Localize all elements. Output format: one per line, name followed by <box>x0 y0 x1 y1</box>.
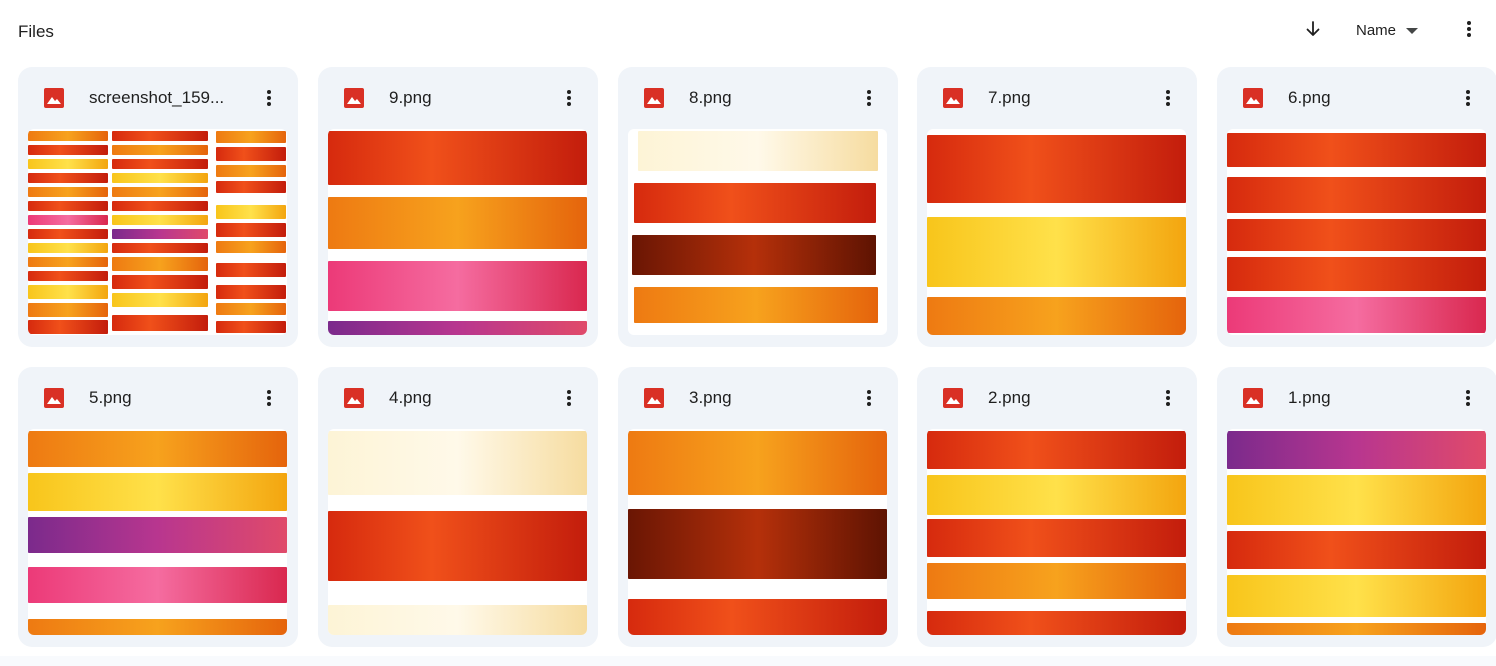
file-more-button[interactable] <box>1456 83 1480 113</box>
file-card[interactable]: 4.png <box>318 367 598 647</box>
arrow-down-icon <box>1306 21 1320 36</box>
file-card[interactable]: 7.png <box>917 67 1197 347</box>
file-name: 6.png <box>1288 88 1331 107</box>
file-card-header: 3.png <box>618 367 898 429</box>
file-thumbnail <box>28 429 287 635</box>
file-card-header: 4.png <box>318 367 598 429</box>
file-name: 5.png <box>89 388 132 407</box>
file-name: 8.png <box>689 88 732 107</box>
scroll-area-edge <box>0 656 1496 666</box>
image-file-icon <box>644 88 664 108</box>
more-vert-icon <box>1166 390 1170 406</box>
more-vert-icon <box>867 90 871 106</box>
file-thumbnail <box>1227 129 1486 335</box>
file-card[interactable]: 6.png <box>1217 67 1496 347</box>
image-file-icon <box>1243 388 1263 408</box>
more-vert-icon <box>1467 21 1471 37</box>
file-more-button[interactable] <box>557 83 581 113</box>
file-name: screenshot_159... <box>89 88 225 107</box>
image-file-icon <box>943 88 963 108</box>
file-card-header: screenshot_159... <box>18 67 298 129</box>
more-vert-icon <box>1166 90 1170 106</box>
file-thumbnail <box>927 429 1186 635</box>
file-card[interactable]: 8.png <box>618 67 898 347</box>
file-card[interactable]: 5.png <box>18 367 298 647</box>
image-file-icon <box>44 388 64 408</box>
file-more-button[interactable] <box>857 383 881 413</box>
more-vert-icon <box>267 390 271 406</box>
image-file-icon <box>344 88 364 108</box>
file-more-button[interactable] <box>1456 383 1480 413</box>
image-file-icon <box>1243 88 1263 108</box>
file-more-button[interactable] <box>257 83 281 113</box>
file-name: 2.png <box>988 388 1031 407</box>
more-vert-icon <box>1466 390 1470 406</box>
more-vert-icon <box>867 390 871 406</box>
file-name: 4.png <box>389 388 432 407</box>
caret-down-icon <box>1406 28 1419 34</box>
file-more-button[interactable] <box>1156 83 1180 113</box>
file-more-button[interactable] <box>557 383 581 413</box>
file-thumbnail <box>628 429 887 635</box>
sort-direction-button[interactable] <box>1300 16 1326 42</box>
file-thumbnail <box>927 129 1186 335</box>
more-vert-icon <box>267 90 271 106</box>
file-card[interactable]: screenshot_159... <box>18 67 298 347</box>
more-vert-icon <box>567 90 571 106</box>
file-card[interactable]: 2.png <box>917 367 1197 647</box>
file-card[interactable]: 9.png <box>318 67 598 347</box>
file-name: 7.png <box>988 88 1031 107</box>
file-card-header: 8.png <box>618 67 898 129</box>
more-vert-icon <box>567 390 571 406</box>
sort-by-button[interactable]: Name <box>1350 16 1424 44</box>
file-thumbnail <box>328 429 587 635</box>
section-title: Files <box>18 22 54 41</box>
file-thumbnail <box>328 129 587 335</box>
image-file-icon <box>644 388 664 408</box>
file-card[interactable]: 1.png <box>1217 367 1496 647</box>
files-header: Files Name <box>0 0 1496 64</box>
image-file-icon <box>943 388 963 408</box>
file-name: 9.png <box>389 88 432 107</box>
file-card-header: 9.png <box>318 67 598 129</box>
file-card-header: 5.png <box>18 367 298 429</box>
image-file-icon <box>344 388 364 408</box>
image-file-icon <box>44 88 64 108</box>
file-card-header: 7.png <box>917 67 1197 129</box>
file-thumbnail <box>628 129 887 335</box>
file-more-button[interactable] <box>1156 383 1180 413</box>
file-card-header: 2.png <box>917 367 1197 429</box>
sort-by-label: Name <box>1356 21 1397 39</box>
file-more-button[interactable] <box>857 83 881 113</box>
header-more-button[interactable] <box>1456 15 1482 43</box>
file-name: 3.png <box>689 388 732 407</box>
file-more-button[interactable] <box>257 383 281 413</box>
file-card-header: 1.png <box>1217 367 1496 429</box>
more-vert-icon <box>1466 90 1470 106</box>
file-name: 1.png <box>1288 388 1331 407</box>
file-thumbnail <box>28 129 287 335</box>
file-card[interactable]: 3.png <box>618 367 898 647</box>
file-thumbnail <box>1227 429 1486 635</box>
file-card-header: 6.png <box>1217 67 1496 129</box>
